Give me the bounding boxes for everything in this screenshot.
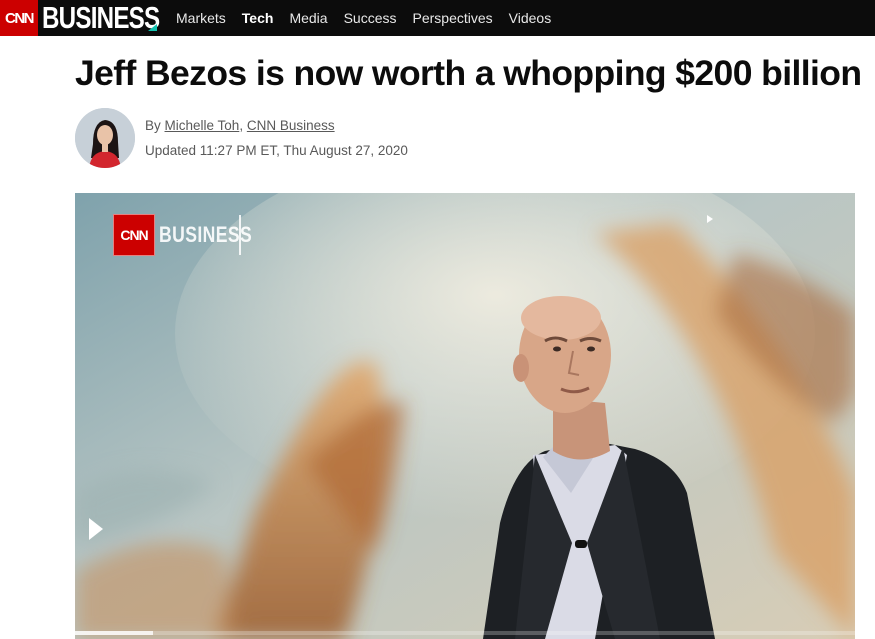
- video-progress-bar[interactable]: [75, 631, 855, 635]
- nav-tech[interactable]: Tech: [242, 0, 274, 36]
- byline-separator: ,: [239, 118, 247, 133]
- watermark-cnn-logo: CNN: [113, 214, 155, 256]
- top-nav-bar: CNN BUSINESS Markets Tech Media Success …: [0, 0, 875, 36]
- business-logo[interactable]: BUSINESS: [42, 0, 160, 36]
- byline: By Michelle Toh, CNN Business: [145, 118, 335, 133]
- byline-prefix: By: [145, 118, 165, 133]
- cnn-logo[interactable]: CNN: [0, 0, 38, 36]
- outlet-link[interactable]: CNN Business: [247, 118, 335, 133]
- video-player[interactable]: CNN BUSINESS: [75, 193, 855, 639]
- updated-timestamp: Updated 11:27 PM ET, Thu August 27, 2020: [145, 143, 408, 158]
- author-link[interactable]: Michelle Toh: [165, 118, 240, 133]
- author-avatar[interactable]: [75, 108, 135, 168]
- play-icon[interactable]: [89, 518, 103, 540]
- nav-success[interactable]: Success: [344, 0, 397, 36]
- nav-perspectives[interactable]: Perspectives: [413, 0, 493, 36]
- video-frame: [75, 193, 855, 639]
- video-watermark: CNN BUSINESS: [113, 214, 275, 256]
- watermark-divider: [239, 215, 241, 255]
- nav-videos[interactable]: Videos: [509, 0, 552, 36]
- video-progress-fill: [75, 631, 153, 635]
- nav-media[interactable]: Media: [289, 0, 327, 36]
- section-nav: Markets Tech Media Success Perspectives …: [176, 0, 567, 36]
- nav-markets[interactable]: Markets: [176, 0, 226, 36]
- logo-accent-triangle-icon: [148, 24, 157, 31]
- article-headline: Jeff Bezos is now worth a whopping $200 …: [75, 53, 862, 93]
- play-small-icon[interactable]: [707, 215, 713, 223]
